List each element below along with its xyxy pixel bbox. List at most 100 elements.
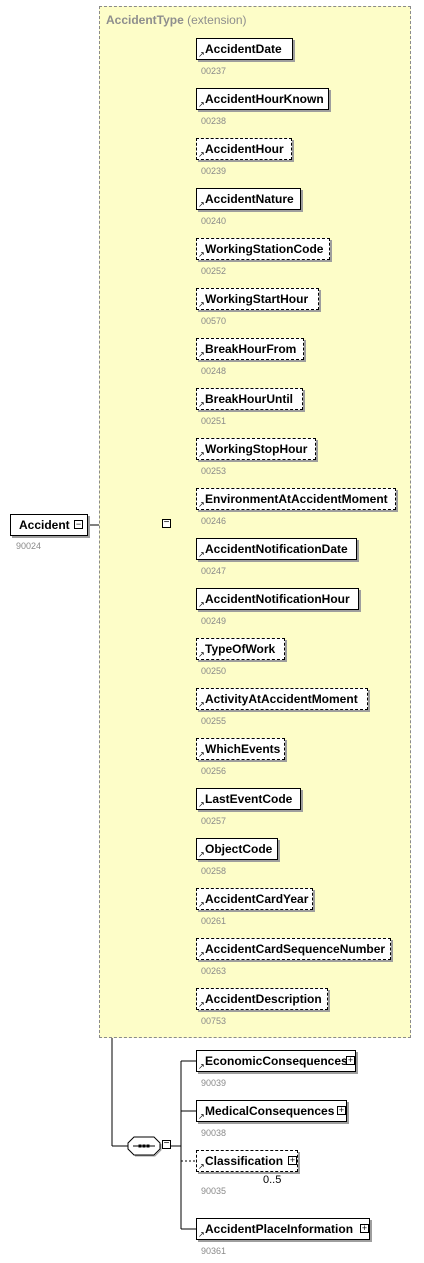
reference-arrow-icon: ↗ <box>198 350 205 359</box>
sequence-compositor-icon <box>128 515 160 533</box>
expand-icon[interactable]: + <box>337 1106 346 1115</box>
element-label: ActivityAtAccidentMoment <box>205 692 358 706</box>
element-code: 00237 <box>201 66 227 76</box>
element-type-of-work[interactable]: TypeOfWork ↗ <box>196 638 285 660</box>
element-code: 00251 <box>201 416 227 426</box>
element-object-code[interactable]: ObjectCode ↗ <box>196 838 278 860</box>
element-accident-notification-date[interactable]: AccidentNotificationDate ↗ <box>196 538 357 560</box>
element-label: AccidentHourKnown <box>205 92 324 106</box>
element-working-start-hour[interactable]: WorkingStartHour ↗ <box>196 288 319 310</box>
sequence-collapse-icon[interactable]: − <box>162 518 171 528</box>
reference-arrow-icon: ↗ <box>198 950 205 959</box>
sequence-collapse-icon[interactable]: − <box>162 1139 171 1149</box>
root-element-label: Accident <box>19 518 70 532</box>
reference-arrow-icon: ↗ <box>198 550 205 559</box>
element-code: 90039 <box>201 1078 227 1088</box>
element-code: 00248 <box>201 366 227 376</box>
expand-icon[interactable]: + <box>346 1056 355 1065</box>
element-accident-place-information[interactable]: AccidentPlaceInformation ↗ + <box>196 1218 370 1240</box>
reference-arrow-icon: ↗ <box>198 650 205 659</box>
element-label: AccidentHour <box>205 142 284 156</box>
element-cardinality: 0..5 <box>263 1174 282 1186</box>
element-code: 00257 <box>201 816 227 826</box>
element-label: AccidentPlaceInformation <box>205 1222 354 1236</box>
reference-arrow-icon: ↗ <box>198 250 205 259</box>
element-accident-notification-hour[interactable]: AccidentNotificationHour ↗ <box>196 588 359 610</box>
element-code: 00255 <box>201 716 227 726</box>
element-economic-consequences[interactable]: EconomicConsequences ↗ + <box>196 1050 356 1072</box>
type-title: AccidentType (extension) <box>106 13 247 27</box>
element-code: 00249 <box>201 616 227 626</box>
element-environment-at-accident-moment[interactable]: EnvironmentAtAccidentMoment ↗ <box>196 488 396 510</box>
reference-arrow-icon: ↗ <box>198 900 205 909</box>
element-code: 90035 <box>201 1186 227 1196</box>
element-medical-consequences[interactable]: MedicalConsequences ↗ + <box>196 1100 347 1122</box>
reference-arrow-icon: ↗ <box>198 700 205 709</box>
root-element-code: 90024 <box>16 541 42 551</box>
element-code: 00263 <box>201 966 227 976</box>
element-label: WorkingStationCode <box>205 242 324 256</box>
element-code: 00250 <box>201 666 227 676</box>
element-code: 00240 <box>201 216 227 226</box>
element-label: TypeOfWork <box>205 642 276 656</box>
element-working-stop-hour[interactable]: WorkingStopHour ↗ <box>196 438 316 460</box>
element-code: 00252 <box>201 266 227 276</box>
element-label: AccidentCardSequenceNumber <box>205 942 386 956</box>
type-name: AccidentType <box>106 13 184 27</box>
element-code: 00247 <box>201 566 227 576</box>
element-label: AccidentNotificationDate <box>205 542 348 556</box>
element-accident-hour[interactable]: AccidentHour ↗ <box>196 138 292 160</box>
expand-icon[interactable]: + <box>288 1156 297 1165</box>
element-label: AccidentNature <box>205 192 294 206</box>
element-code: 00258 <box>201 866 227 876</box>
element-break-hour-from[interactable]: BreakHourFrom ↗ <box>196 338 304 360</box>
root-element-accident[interactable]: Accident − <box>10 514 88 536</box>
reference-arrow-icon: ↗ <box>198 1062 205 1071</box>
reference-arrow-icon: ↗ <box>198 450 205 459</box>
reference-arrow-icon: ↗ <box>198 1000 205 1009</box>
sequence-compositor-icon <box>128 1136 160 1154</box>
element-label: Classification <box>205 1154 284 1168</box>
element-accident-date[interactable]: AccidentDate ↗ <box>196 38 293 60</box>
reference-arrow-icon: ↗ <box>198 50 205 59</box>
element-label: ObjectCode <box>205 842 273 856</box>
reference-arrow-icon: ↗ <box>198 100 205 109</box>
expand-icon[interactable]: + <box>360 1224 369 1233</box>
element-label: WhichEvents <box>205 742 281 756</box>
element-accident-card-year[interactable]: AccidentCardYear ↗ <box>196 888 313 910</box>
element-code: 00256 <box>201 766 227 776</box>
element-label: AccidentDescription <box>205 992 322 1006</box>
element-accident-description[interactable]: AccidentDescription ↗ <box>196 988 328 1010</box>
element-classification[interactable]: Classification ↗ + <box>196 1150 298 1172</box>
element-code: 00246 <box>201 516 227 526</box>
element-activity-at-accident-moment[interactable]: ActivityAtAccidentMoment ↗ <box>196 688 368 710</box>
element-last-event-code[interactable]: LastEventCode ↗ <box>196 788 301 810</box>
element-accident-nature[interactable]: AccidentNature ↗ <box>196 188 301 210</box>
reference-arrow-icon: ↗ <box>198 750 205 759</box>
element-code: 90361 <box>201 1246 227 1256</box>
element-which-events[interactable]: WhichEvents ↗ <box>196 738 285 760</box>
element-label: BreakHourUntil <box>205 392 294 406</box>
reference-arrow-icon: ↗ <box>198 600 205 609</box>
element-working-station-code[interactable]: WorkingStationCode ↗ <box>196 238 330 260</box>
collapse-icon[interactable]: − <box>74 520 83 529</box>
type-suffix: (extension) <box>187 13 247 27</box>
reference-arrow-icon: ↗ <box>198 150 205 159</box>
element-label: AccidentCardYear <box>205 892 309 906</box>
reference-arrow-icon: ↗ <box>198 300 205 309</box>
reference-arrow-icon: ↗ <box>198 200 205 209</box>
reference-arrow-icon: ↗ <box>198 1162 205 1171</box>
reference-arrow-icon: ↗ <box>198 1112 205 1121</box>
element-accident-hour-known[interactable]: AccidentHourKnown ↗ <box>196 88 329 110</box>
element-label: EnvironmentAtAccidentMoment <box>205 492 388 506</box>
element-label: AccidentDate <box>205 42 282 56</box>
element-code: 00253 <box>201 466 227 476</box>
element-code: 00239 <box>201 166 227 176</box>
reference-arrow-icon: ↗ <box>198 850 205 859</box>
element-code: 00753 <box>201 1016 227 1026</box>
element-label: LastEventCode <box>205 792 293 806</box>
element-code: 00261 <box>201 916 227 926</box>
element-accident-card-sequence-number[interactable]: AccidentCardSequenceNumber ↗ <box>196 938 391 960</box>
reference-arrow-icon: ↗ <box>198 400 205 409</box>
element-break-hour-until[interactable]: BreakHourUntil ↗ <box>196 388 303 410</box>
